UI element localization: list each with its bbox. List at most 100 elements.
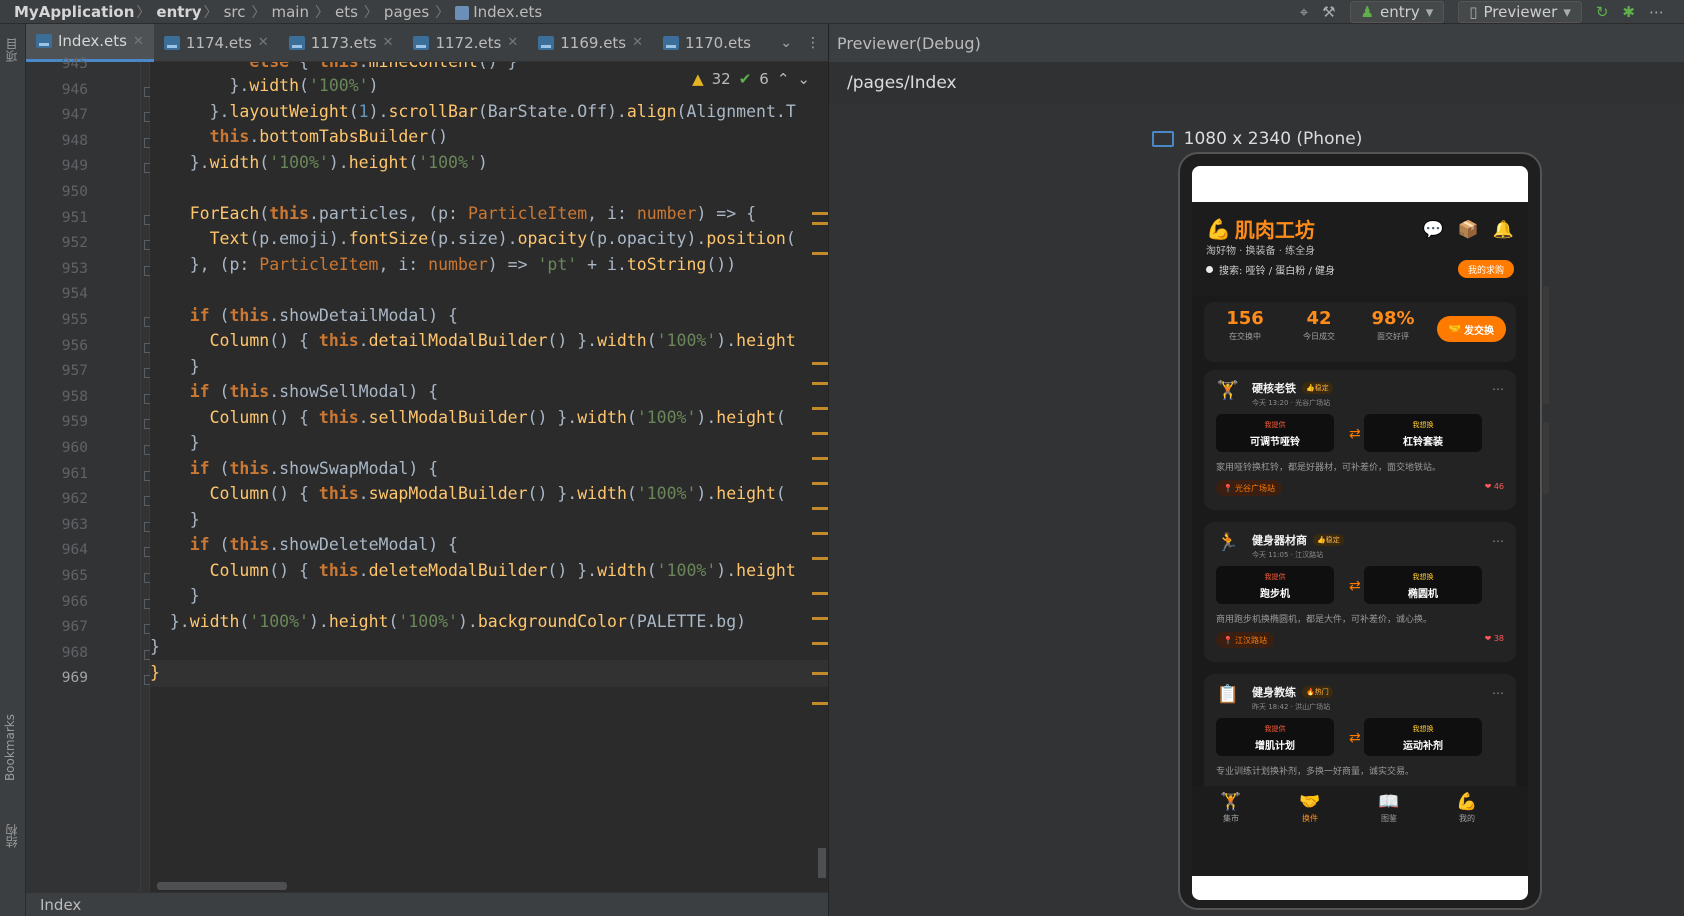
- toolbar-right: ⌖ ⚒ ♟ entry ▾ ▯ Previewer ▾ ↻ ✱ ⋯: [1300, 0, 1684, 24]
- breadcrumb-main[interactable]: main: [272, 3, 309, 21]
- line-number: 960: [61, 440, 88, 456]
- chevron-up-icon[interactable]: ⌃: [777, 70, 790, 88]
- post-swap-button[interactable]: 🤝 发交换: [1436, 316, 1506, 342]
- warning-marker[interactable]: [812, 482, 828, 485]
- more-icon[interactable]: ⋯: [1649, 3, 1664, 21]
- chat-icon[interactable]: 💬: [1422, 220, 1443, 240]
- tab-1174[interactable]: 1174.ets ✕: [154, 24, 279, 62]
- line-number: 962: [61, 491, 88, 508]
- ets-file-icon: [36, 34, 52, 48]
- hammer-icon[interactable]: ⚒: [1322, 3, 1335, 21]
- swap-card[interactable]: 🏃 健身器材商 👍稳定 今天 11:05 · 江汉路站 ⋯ 我提供 跑步机 ⇄ 我…: [1204, 522, 1516, 662]
- code-editor[interactable]: else { this.mineContent() } }.width('100…: [150, 62, 828, 892]
- swap-arrow-icon: ⇄: [1349, 426, 1361, 442]
- warning-marker[interactable]: [812, 507, 828, 510]
- kebab-menu-icon[interactable]: ⋮: [806, 35, 820, 51]
- runner-icon: 🏃: [1216, 532, 1240, 553]
- card-badge: 👍稳定: [1313, 534, 1344, 546]
- horizontal-scrollbar[interactable]: [157, 882, 287, 890]
- status-breadcrumb[interactable]: Index: [40, 896, 81, 914]
- code-line-958: if (this.showSellModal) {: [189, 382, 439, 401]
- tab-mine[interactable]: 💪 我的: [1442, 792, 1492, 824]
- tab-1170[interactable]: 1170.ets: [653, 24, 761, 62]
- page-path: /pages/Index: [847, 73, 957, 93]
- swap-card[interactable]: 🏋 硬核老铁 👍稳定 今天 13:20 · 光谷广场站 ⋯ 我提供 可调节哑铃 ⇄…: [1204, 370, 1516, 510]
- heart-icon: ❤: [1484, 482, 1492, 491]
- structure-tool-label[interactable]: 结构: [3, 824, 20, 848]
- want-label: 我想换: [1412, 573, 1434, 581]
- refresh-icon[interactable]: ↻: [1596, 3, 1609, 21]
- vertical-scrollbar[interactable]: [818, 848, 826, 878]
- chevron-down-icon[interactable]: ⌄: [797, 70, 810, 88]
- warning-marker[interactable]: [812, 617, 828, 620]
- breadcrumb-src[interactable]: src: [224, 3, 246, 21]
- previewer-path: /pages/Index: [829, 62, 1684, 104]
- handshake-icon: 🤝: [1448, 323, 1461, 335]
- close-icon[interactable]: ✕: [258, 35, 269, 50]
- warning-marker[interactable]: [812, 362, 828, 365]
- warning-marker[interactable]: [812, 222, 828, 225]
- more-icon[interactable]: ⋯: [1492, 686, 1504, 700]
- warning-marker[interactable]: [812, 702, 828, 705]
- package-icon[interactable]: 📦: [1458, 220, 1479, 240]
- my-request-button[interactable]: 我的求购: [1457, 260, 1514, 278]
- close-icon[interactable]: ✕: [507, 35, 518, 50]
- breadcrumb-project[interactable]: MyApplication: [14, 3, 134, 21]
- project-tool-label[interactable]: 项目: [3, 38, 20, 62]
- chevron-down-icon[interactable]: ⌄: [780, 35, 792, 51]
- close-icon[interactable]: ✕: [133, 34, 144, 49]
- more-icon[interactable]: ⋯: [1492, 382, 1504, 396]
- offer-label: 我提供: [1264, 573, 1286, 581]
- tab-1169[interactable]: 1169.ets ✕: [528, 24, 653, 62]
- status-bar-area: [1192, 166, 1528, 202]
- warning-marker[interactable]: [812, 457, 828, 460]
- warning-marker[interactable]: [812, 557, 828, 560]
- close-icon[interactable]: ✕: [383, 35, 394, 50]
- likes[interactable]: ❤ 46: [1485, 482, 1504, 491]
- search-bar[interactable]: 搜索: 哑铃 / 蛋白粉 / 健身: [1206, 262, 1335, 277]
- location-chip[interactable]: 📍 光谷广场站: [1216, 480, 1282, 496]
- warning-marker[interactable]: [812, 432, 828, 435]
- breadcrumb-ets[interactable]: ets: [335, 3, 358, 21]
- warning-marker[interactable]: [812, 532, 828, 535]
- breadcrumb-pages[interactable]: pages: [384, 3, 429, 21]
- breadcrumb-file[interactable]: Index.ets: [473, 3, 542, 21]
- warning-marker[interactable]: [812, 252, 828, 255]
- phone-side-button: [1543, 286, 1549, 404]
- tab-swap[interactable]: 🤝 换件: [1285, 792, 1335, 824]
- bookmarks-tool-label[interactable]: Bookmarks: [3, 714, 17, 781]
- tab-1173[interactable]: 1173.ets ✕: [279, 24, 404, 62]
- code-line-961: if (this.showSwapModal) {: [189, 459, 439, 478]
- module-selector[interactable]: ♟ entry ▾: [1349, 1, 1445, 23]
- card-meta: 今天 11:05 · 江汉路站: [1252, 551, 1324, 559]
- warning-marker[interactable]: [812, 592, 828, 595]
- breadcrumb-module[interactable]: entry: [156, 3, 201, 21]
- want-item: 杠铃套装: [1403, 437, 1443, 448]
- phone-screen[interactable]: 💪 肌肉工坊 淘好物 · 换装备 · 练全身 💬 📦 🔔 搜索: 哑铃 / 蛋白…: [1192, 166, 1528, 900]
- close-icon[interactable]: ✕: [632, 35, 643, 50]
- line-number: 953: [61, 260, 88, 277]
- tab-1172[interactable]: 1172.ets ✕: [403, 24, 528, 62]
- line-number: 967: [61, 619, 88, 636]
- tab-catalog[interactable]: 📖 图鉴: [1364, 792, 1414, 824]
- warning-marker[interactable]: [812, 212, 828, 215]
- bell-icon[interactable]: 🔔: [1493, 220, 1514, 240]
- inspection-widget[interactable]: ▲ 32 ✔ 6 ⌃ ⌄: [686, 70, 816, 88]
- post-swap-label: 发交换: [1464, 325, 1494, 337]
- warning-marker[interactable]: [812, 642, 828, 645]
- target-icon[interactable]: ⌖: [1300, 3, 1308, 21]
- card-meta: 昨天 18:42 · 洪山广场站: [1252, 703, 1331, 711]
- device-selector[interactable]: ▯ Previewer ▾: [1458, 1, 1582, 23]
- debug-icon[interactable]: ✱: [1622, 3, 1635, 21]
- location-chip[interactable]: 📍 江汉路站: [1216, 632, 1274, 648]
- bicep-icon: 💪: [1456, 792, 1478, 812]
- likes[interactable]: ❤ 38: [1485, 634, 1504, 643]
- warning-marker[interactable]: [812, 382, 828, 385]
- error-stripe[interactable]: [810, 62, 828, 892]
- warning-marker[interactable]: [812, 407, 828, 410]
- tab-market[interactable]: 🏋 集市: [1206, 792, 1256, 824]
- tab-label: 1174.ets: [185, 33, 252, 52]
- home-indicator-area: [1192, 876, 1528, 900]
- warning-marker[interactable]: [812, 672, 828, 675]
- more-icon[interactable]: ⋯: [1492, 534, 1504, 548]
